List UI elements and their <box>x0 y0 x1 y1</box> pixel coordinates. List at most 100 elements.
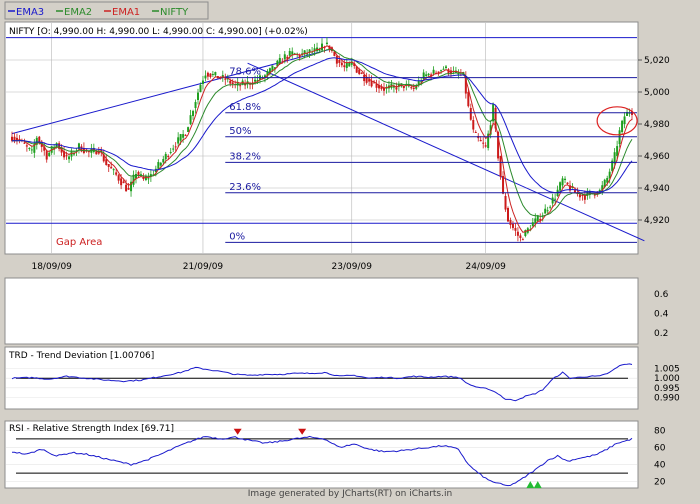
candle-body <box>412 88 415 89</box>
candle-body <box>45 151 48 160</box>
candle-body <box>479 140 482 142</box>
candle-body <box>211 74 214 76</box>
candle-body <box>110 166 113 169</box>
indicator-tick-label: 80 <box>654 426 666 436</box>
trd-y-axis: 0.9900.9951.0001.005 <box>654 365 680 404</box>
candle-body <box>107 164 110 167</box>
candle-body <box>422 72 425 80</box>
candle-body <box>115 172 118 175</box>
candle-body <box>199 84 202 92</box>
candle-body <box>164 153 167 160</box>
date-label: 18/09/09 <box>31 262 72 272</box>
candle-body <box>182 134 185 138</box>
chart-canvas: EMA3 EMA2 EMA1 NIFTY 0% 23.6% 38.2% 50% 61.8% 78… <box>4 1 680 499</box>
legend-label: NIFTY <box>160 7 189 18</box>
candle-body <box>544 208 547 214</box>
indicator-tick-label: 60 <box>654 443 666 453</box>
candle-body <box>112 169 115 171</box>
candle-body <box>410 87 413 89</box>
candle-body <box>534 218 537 224</box>
candle-body <box>613 152 616 164</box>
candle-body <box>440 70 443 72</box>
candle-body <box>25 145 28 147</box>
legend-label: EMA1 <box>112 7 140 18</box>
candle-body <box>358 69 361 74</box>
candle-body <box>427 73 430 76</box>
empty-tick-label: 0.6 <box>654 290 669 300</box>
candle-body <box>135 174 137 179</box>
chart-window: EMA3 EMA2 EMA1 NIFTY 0% 23.6% 38.2% 50% 61.8% 78… <box>0 0 700 500</box>
candle-body <box>502 176 505 194</box>
candle-body <box>474 132 477 133</box>
candle-body <box>338 60 341 63</box>
indicator-tick-label: 0.990 <box>654 393 680 403</box>
price-tick-label: 4,960 <box>644 152 670 162</box>
candle-body <box>499 156 502 177</box>
candle-body <box>157 162 160 169</box>
chart-legend: EMA3 EMA2 EMA1 NIFTY <box>4 1 209 20</box>
candle-body <box>283 54 286 60</box>
candle-body <box>546 210 549 212</box>
candle-body <box>174 146 177 148</box>
candle-body <box>559 182 562 191</box>
candle-body <box>122 181 125 184</box>
candle-body <box>469 108 472 120</box>
candle-body <box>581 194 584 196</box>
candle-body <box>201 80 204 84</box>
candle-body <box>549 206 552 208</box>
indicator-tick-label: 1.000 <box>654 374 680 384</box>
candle-body <box>445 66 447 68</box>
candle-body <box>184 134 187 136</box>
candle-body <box>11 136 13 141</box>
candle-body <box>13 136 16 141</box>
date-label: 23/09/09 <box>332 262 373 272</box>
candle-body <box>507 208 509 222</box>
price-tick-label: 4,940 <box>644 184 670 194</box>
indicator-tick-label: 20 <box>654 478 666 488</box>
candle-body <box>621 120 624 132</box>
indicator-tick-label: 1.005 <box>654 365 680 375</box>
candle-body <box>28 147 31 149</box>
indicator-tick-label: 40 <box>654 461 666 471</box>
candle-body <box>209 73 212 78</box>
candle-body <box>511 224 514 228</box>
candle-body <box>48 152 51 156</box>
candle-body <box>504 196 507 210</box>
candle-body <box>482 142 485 144</box>
price-tick-label: 5,020 <box>644 56 670 66</box>
candle-body <box>197 92 199 100</box>
price-tick-label: 4,920 <box>644 216 670 226</box>
rsi-y-axis: 20 40 60 80 <box>654 426 666 487</box>
candle-body <box>229 80 232 84</box>
candle-body <box>189 115 192 124</box>
candle-body <box>291 51 294 55</box>
trd-panel: 0.9900.9951.0001.005 TRD - Trend Deviati… <box>4 346 680 410</box>
candle-body <box>395 87 398 90</box>
candle-body <box>467 92 470 107</box>
candle-body <box>192 110 195 116</box>
candle-body <box>566 182 569 185</box>
candle-body <box>68 156 71 160</box>
candle-body <box>147 178 150 180</box>
candle-body <box>551 197 554 204</box>
candle-body <box>340 62 343 66</box>
date-label: 21/09/09 <box>183 262 224 272</box>
candle-body <box>120 178 123 186</box>
candle-body <box>578 194 581 198</box>
legend-label: EMA2 <box>64 7 92 18</box>
candle-body <box>457 73 460 75</box>
candle-body <box>288 51 291 56</box>
candle-body <box>616 146 619 156</box>
candle-body <box>137 172 140 176</box>
candle-body <box>254 79 257 82</box>
rsi-panel: 20 40 60 80 RSI - Relative Strength Index [… <box>4 420 666 489</box>
footer-credit: Image generated by JCharts(RT) on iChart… <box>248 489 452 499</box>
candle-body <box>172 148 175 150</box>
candle-body <box>194 102 197 108</box>
date-axis: 18/09/09 21/09/09 23/09/09 24/09/09 <box>31 262 506 272</box>
candle-body <box>117 175 120 181</box>
candle-body <box>187 127 190 132</box>
empty-panel-frame <box>4 277 639 345</box>
candle-body <box>159 162 162 166</box>
empty-panel-y-axis: 0.2 0.4 0.6 <box>654 290 669 339</box>
